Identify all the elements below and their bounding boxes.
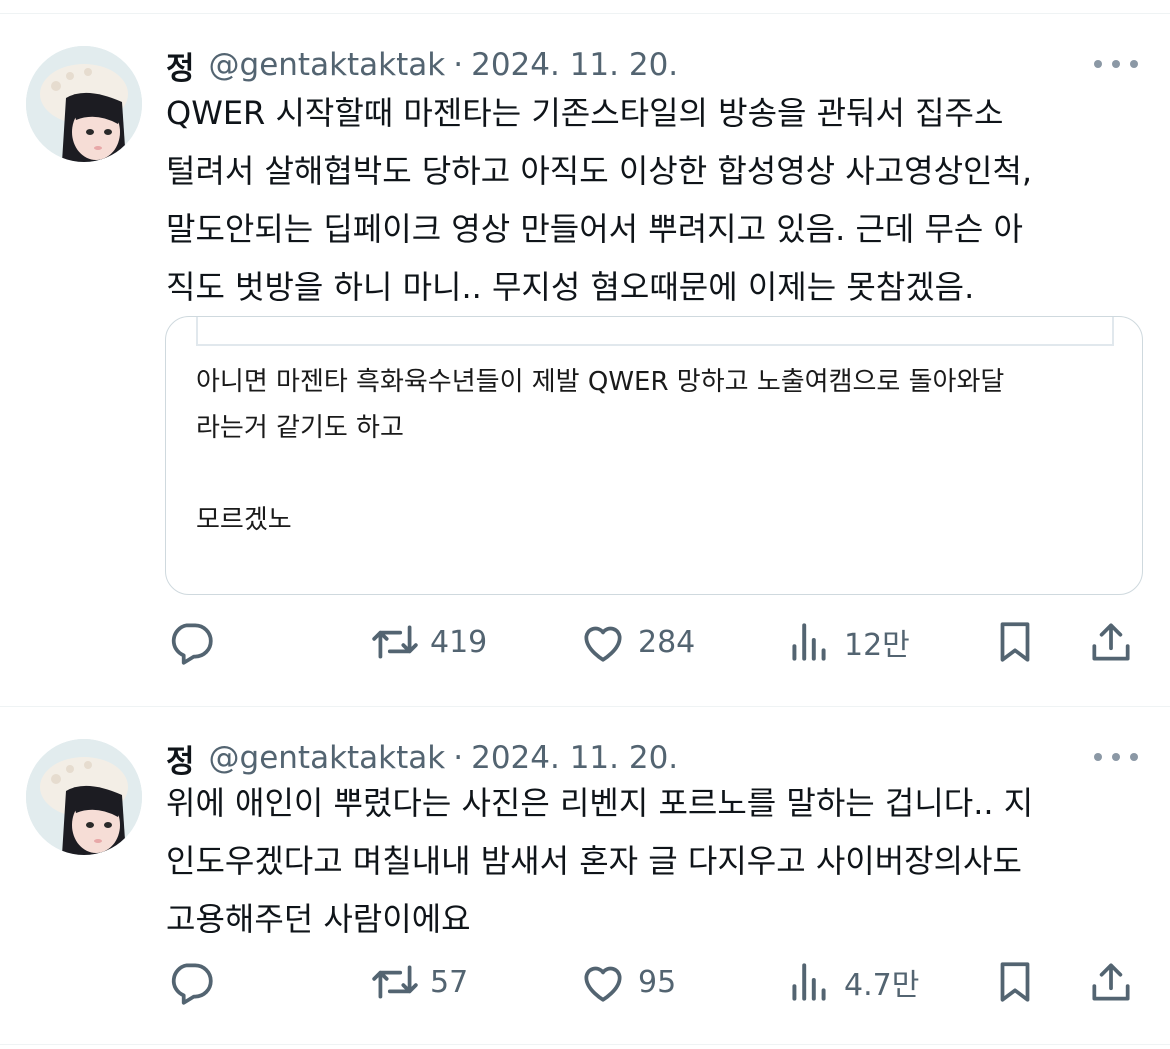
bookmark-button[interactable] [990,957,1040,1007]
reply-icon [171,963,213,1005]
heart-icon [584,966,622,1002]
reply-button[interactable] [166,617,216,667]
views-icon [792,963,826,1001]
user-handle[interactable]: @gentaktaktak [209,47,446,83]
bookmark-button[interactable] [990,617,1040,667]
tweet-date[interactable]: 2024. 11. 20. [471,740,678,776]
share-button[interactable] [1086,617,1136,667]
views-button[interactable]: 12만 [784,617,910,667]
retweet-count: 419 [430,624,488,660]
retweet-icon [372,625,418,659]
retweet-count: 57 [430,964,469,1000]
user-handle[interactable]: @gentaktaktak [209,740,446,776]
views-icon [792,623,826,661]
like-button[interactable]: 95 [578,957,676,1007]
view-count: 4.7만 [844,968,920,1003]
separator: · [453,740,464,776]
view-count: 12만 [844,628,910,663]
views-button[interactable]: 4.7만 [784,957,919,1007]
bookmark-icon [1000,962,1030,1002]
separator: · [453,47,464,83]
tweet-date[interactable]: 2024. 11. 20. [471,47,678,83]
display-name[interactable]: 정 [166,43,195,88]
more-icon[interactable] [1094,745,1138,769]
tweet-divider [0,706,1170,707]
quoted-image[interactable]: 아니면 마젠타 흑화육수년들이 제발 QWER 망하고 노출여캠으로 돌아와달 … [165,316,1143,595]
share-button[interactable] [1086,957,1136,1007]
reply-button[interactable] [166,957,216,1007]
action-bar: 57 95 4.7만 [166,957,1146,1007]
retweet-button[interactable]: 419 [370,617,487,667]
tweet-text: 위에 애인이 뿌렸다는 사진은 리벤지 포르노를 말하는 겁니다.. 지 인도우… [166,784,1034,938]
quoted-image-border [196,317,1114,346]
avatar[interactable] [26,739,142,855]
bookmark-icon [1000,622,1030,662]
retweet-icon [372,965,418,999]
retweet-button[interactable]: 57 [370,957,468,1007]
avatar[interactable] [26,46,142,162]
share-icon [1092,963,1130,1001]
bottom-divider [0,1044,1170,1045]
tweet-text: QWER 시작할때 마젠타는 기존스타일의 방송을 관둬서 집주소 털려서 살해… [166,94,1033,306]
like-count: 284 [638,624,696,660]
action-bar: 419 284 12만 [166,617,1146,667]
quoted-text: 아니면 마젠타 흑화육수년들이 제발 QWER 망하고 노출여캠으로 돌아와달 … [196,367,1005,535]
reply-icon [171,623,213,665]
top-divider [0,13,1170,14]
heart-icon [584,626,622,662]
tweet-header: 정 @gentaktaktak · 2024. 11. 20. [166,40,678,90]
like-count: 95 [638,964,677,1000]
more-icon[interactable] [1094,52,1138,76]
share-icon [1092,623,1130,661]
like-button[interactable]: 284 [578,617,695,667]
